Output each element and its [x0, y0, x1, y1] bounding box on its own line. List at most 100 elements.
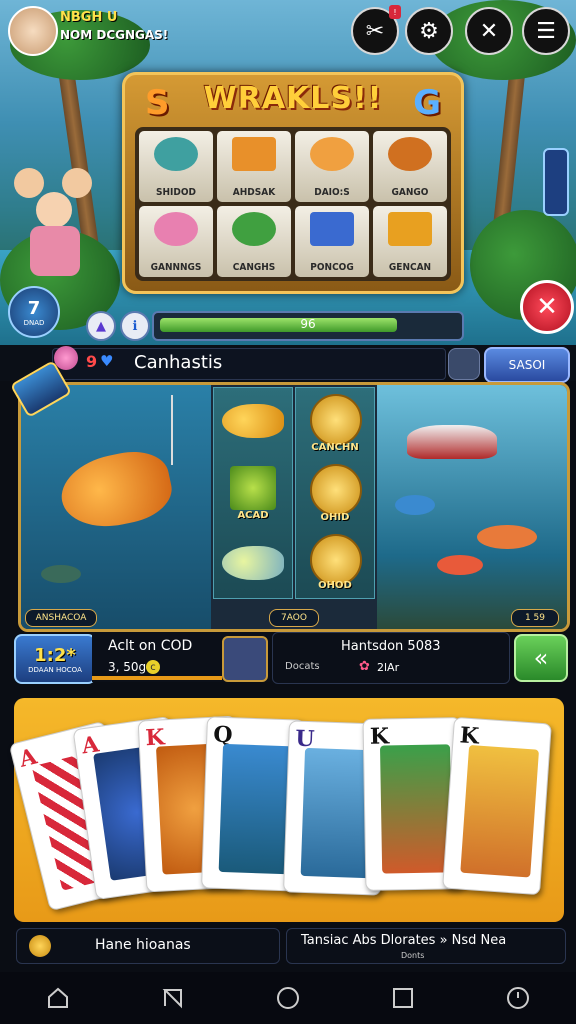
close-tools-button[interactable]: ✕: [465, 7, 513, 55]
square-slot-button[interactable]: [222, 636, 268, 682]
slot-symbol-label: SHIDOD: [156, 187, 196, 198]
level-badge-caption: DNAD: [23, 318, 45, 327]
bottom-info-right: Tansiac Abs Dlorates » Nsd Nea Donts: [286, 928, 566, 964]
slot-symbol-label: GENCAN: [388, 262, 432, 273]
recents-icon[interactable]: [391, 986, 415, 1010]
side-info-tab[interactable]: [543, 148, 569, 216]
info-box-1-value: 3, 50g: [108, 660, 147, 674]
gear-icon: ⚙: [419, 18, 439, 44]
profile-avatar[interactable]: [8, 6, 58, 56]
progress-bar: 96: [152, 311, 464, 341]
slot-symbol-label: GANGO: [391, 187, 429, 198]
tools-icon: ✂: [365, 18, 385, 44]
reel-label: OHOD: [318, 580, 352, 591]
turtle-icon: [41, 565, 81, 583]
coin-o-icon: [310, 464, 362, 516]
game-title: Canhastis: [134, 352, 223, 373]
close-tools-icon: ✕: [479, 18, 499, 44]
info-box-1-title: Aclt on COD: [108, 638, 193, 654]
letter-k-icon: [232, 137, 276, 171]
back-icon[interactable]: [161, 986, 185, 1010]
slot-reels-grid: SHIDOD AHDSAK DAIO:S GANGO GANNNGS CANGH…: [135, 127, 451, 281]
slot-symbol-label: GANNNGS: [150, 262, 202, 273]
fish-icon: [154, 137, 198, 171]
reel-label: CANCHN: [311, 442, 359, 453]
panel-badge-center: 7AOO: [269, 609, 319, 627]
info-box-2-sub2: 2lAr: [377, 661, 400, 674]
settings-button[interactable]: ⚙: [405, 7, 453, 55]
level-badge-value: 7: [27, 297, 41, 319]
reel-column-1: ACAD: [213, 387, 293, 599]
panel-badge-left: ANSHACOA: [25, 609, 97, 627]
progress-label: 96: [300, 317, 316, 331]
flower-small-icon: ✿: [359, 659, 370, 674]
heart-icon: ♥: [100, 352, 114, 370]
reel-label: ACAD: [237, 510, 269, 521]
info-icon[interactable]: ℹ: [120, 311, 150, 341]
letter-a-icon: [230, 466, 276, 510]
slot-symbol: SHIDOD: [139, 131, 213, 202]
bottom-right-sub: Donts: [401, 951, 425, 960]
info-box-2: Hantsdon 5083 Docats ✿ 2lAr: [272, 632, 510, 684]
profile-name-line2: NOM DCGNGAS!: [60, 28, 169, 42]
level-badge-button[interactable]: 7 DNAD: [8, 286, 60, 338]
info-box-1-underline: [92, 676, 222, 680]
boat-icon: [407, 425, 497, 459]
gem-count: 9: [86, 352, 98, 371]
game-panel: ACAD CANCHN OHID OHOD ANSHACOA 7AOO 1 59: [18, 382, 570, 632]
system-nav-bar: [0, 972, 576, 1024]
bottom-left-text: Hane hioanas: [95, 937, 191, 953]
fishing-scene: [21, 385, 211, 629]
info-box-2-sub1: Docats: [285, 661, 320, 672]
circle-home-icon[interactable]: [276, 986, 300, 1010]
slot-symbol-label: PONCOG: [310, 262, 354, 273]
reel-label: OHID: [320, 512, 350, 523]
clock-icon[interactable]: [506, 986, 530, 1010]
home-icon[interactable]: [46, 986, 70, 1010]
character-card-art: [460, 744, 540, 878]
rank-icon[interactable]: ▲: [86, 311, 116, 341]
multiplier-value: 1:2*: [34, 644, 76, 666]
back-arrow-icon: «: [533, 644, 549, 672]
multiplier-button[interactable]: 1:2* DDAAN HOCOA: [14, 634, 96, 684]
underwater-scene: [377, 385, 567, 629]
profile-name-line1: NBGH U: [60, 10, 118, 25]
slot-symbol: AHDSAK: [217, 131, 291, 202]
green-fish-icon: [232, 212, 276, 246]
slot-right-letter: G: [413, 83, 441, 123]
monster-face-icon: [388, 137, 432, 171]
fishing-line: [171, 395, 173, 465]
flower-icon: [54, 346, 78, 370]
whitefish-icon: [222, 546, 284, 580]
child-character-body: [30, 226, 80, 276]
slot-symbol-label: AHDSAK: [232, 187, 276, 198]
goldfish-icon: [222, 404, 284, 438]
gold-coin-icon: [29, 935, 51, 957]
character-card-art: [379, 744, 453, 874]
character-face-icon: [310, 137, 354, 171]
close-button[interactable]: ✕: [520, 280, 574, 334]
tools-button[interactable]: ✂ !: [351, 5, 401, 55]
letter-j-icon: [310, 212, 354, 246]
slot-machine: S WRAKLS!! G SHIDOD AHDSAK DAIO:S GANGO …: [122, 72, 464, 294]
multiplier-caption: DDAAN HOCOA: [28, 665, 82, 674]
reel-column-2: CANCHN OHID OHOD: [295, 387, 375, 599]
notification-badge: !: [389, 5, 401, 19]
playing-card[interactable]: K: [442, 716, 552, 896]
back-arrow-button[interactable]: «: [514, 634, 568, 682]
slot-symbol: PONCOG: [295, 206, 369, 277]
ssol-button[interactable]: SASOI: [484, 347, 570, 383]
orange-fish-icon: [477, 525, 537, 549]
menu-button[interactable]: ☰: [522, 7, 570, 55]
big-fish-icon: [54, 444, 178, 536]
child-character-3: [36, 192, 72, 228]
slot-symbol: CANGHS: [217, 206, 291, 277]
pink-character-icon: [154, 212, 198, 246]
square-toggle-button[interactable]: [448, 348, 480, 380]
child-character-2: [62, 168, 92, 198]
slot-symbol: DAIO:S: [295, 131, 369, 202]
blue-fish-icon: [395, 495, 435, 515]
slot-symbol: GENCAN: [373, 206, 447, 277]
slot-symbol: GANNNGS: [139, 206, 213, 277]
panel-badge-right: 1 59: [511, 609, 559, 627]
